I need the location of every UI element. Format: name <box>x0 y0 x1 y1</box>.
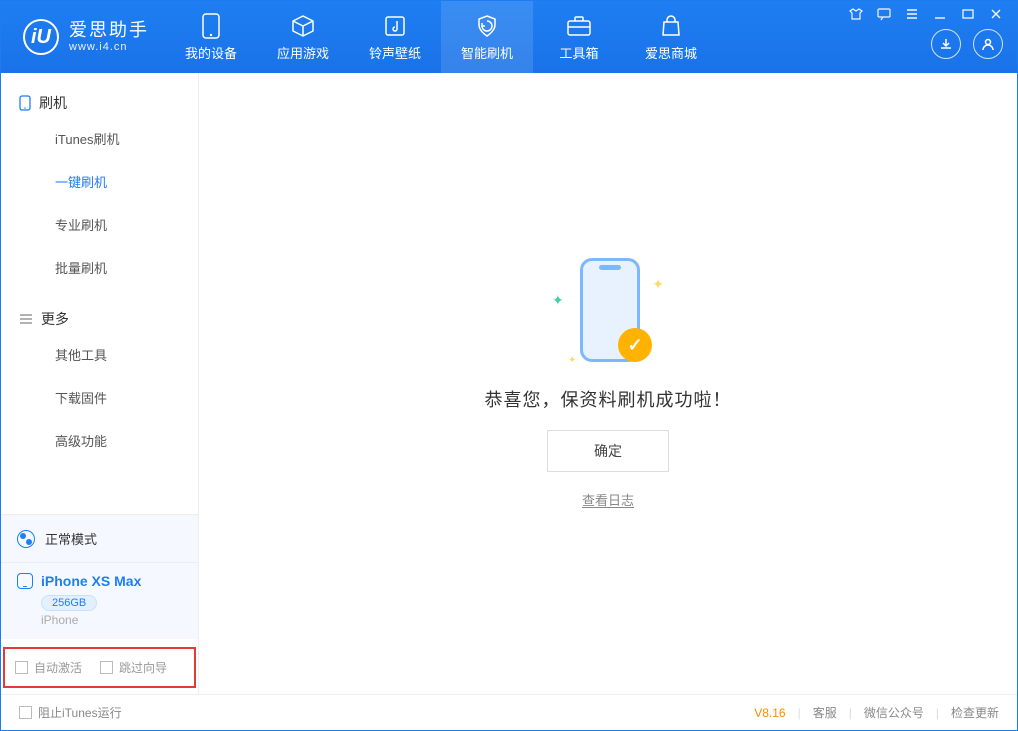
update-link[interactable]: 检查更新 <box>951 704 999 721</box>
statusbar: 阻止iTunes运行 V8.16 | 客服 | 微信公众号 | 检查更新 <box>1 694 1017 730</box>
sidebar-item-other[interactable]: 其他工具 <box>1 333 198 376</box>
tab-store[interactable]: 爱思商城 <box>625 1 717 73</box>
tab-apps[interactable]: 应用游戏 <box>257 1 349 73</box>
checkbox-icon <box>15 661 28 674</box>
sparkle-icon: ✦ <box>568 355 576 366</box>
sidebar-item-advanced[interactable]: 高级功能 <box>1 419 198 462</box>
sidebar-item-firmware[interactable]: 下载固件 <box>1 376 198 419</box>
bag-icon <box>658 13 684 39</box>
titlebar-right <box>849 1 1017 73</box>
titlebar: iU 爱思助手 www.i4.cn 我的设备 应用游戏 铃声壁纸 智能刷机 <box>1 1 1017 73</box>
app-window: iU 爱思助手 www.i4.cn 我的设备 应用游戏 铃声壁纸 智能刷机 <box>0 0 1018 731</box>
cube-icon <box>290 13 316 39</box>
success-illustration: ✦ ✦ ✦ ✓ <box>558 258 658 368</box>
account-button[interactable] <box>973 29 1003 59</box>
list-icon <box>19 313 33 325</box>
tab-label: 应用游戏 <box>277 43 329 62</box>
checkbox-label: 自动激活 <box>34 659 82 676</box>
ok-button[interactable]: 确定 <box>547 430 669 472</box>
header-round-buttons <box>931 29 1003 59</box>
window-controls <box>849 7 1003 21</box>
maximize-button[interactable] <box>961 7 975 21</box>
main-content: ✦ ✦ ✦ ✓ 恭喜您，保资料刷机成功啦！ 确定 查看日志 <box>199 73 1017 694</box>
sparkle-icon: ✦ <box>652 276 664 293</box>
logo: iU 爱思助手 www.i4.cn <box>1 1 165 73</box>
phone-small-icon <box>19 95 31 111</box>
success-message: 恭喜您，保资料刷机成功啦！ <box>485 386 732 412</box>
tab-flash[interactable]: 智能刷机 <box>441 1 533 73</box>
main-tabs: 我的设备 应用游戏 铃声壁纸 智能刷机 工具箱 爱思商城 <box>165 1 717 73</box>
checkbox-icon <box>100 661 113 674</box>
tab-label: 爱思商城 <box>645 43 697 62</box>
device-box[interactable]: iPhone XS Max 256GB iPhone <box>1 562 198 639</box>
mode-box[interactable]: 正常模式 <box>1 515 198 562</box>
download-button[interactable] <box>931 29 961 59</box>
note-icon <box>382 13 408 39</box>
device-icon <box>17 573 33 589</box>
feedback-icon[interactable] <box>877 7 891 21</box>
mode-label: 正常模式 <box>45 529 97 548</box>
toolbox-icon <box>566 13 592 39</box>
mode-icon <box>17 530 35 548</box>
sidebar-item-oneclick[interactable]: 一键刷机 <box>1 160 198 203</box>
tab-label: 铃声壁纸 <box>369 43 421 62</box>
checkmark-icon: ✓ <box>618 328 652 362</box>
sidebar: 刷机 iTunes刷机 一键刷机 专业刷机 批量刷机 更多 其他工具 下载固件 … <box>1 73 199 694</box>
checkbox-label: 跳过向导 <box>119 659 167 676</box>
tab-device[interactable]: 我的设备 <box>165 1 257 73</box>
minimize-button[interactable] <box>933 7 947 21</box>
close-button[interactable] <box>989 7 1003 21</box>
device-row: iPhone XS Max <box>17 573 182 589</box>
shield-icon <box>474 13 500 39</box>
tab-label: 智能刷机 <box>461 43 513 62</box>
tab-label: 工具箱 <box>559 43 598 62</box>
checkbox-icon <box>19 706 32 719</box>
tab-toolbox[interactable]: 工具箱 <box>533 1 625 73</box>
logo-icon: iU <box>23 19 59 55</box>
view-log-link[interactable]: 查看日志 <box>582 490 634 509</box>
menu-icon[interactable] <box>905 7 919 21</box>
sidebar-item-pro[interactable]: 专业刷机 <box>1 203 198 246</box>
tab-label: 我的设备 <box>185 43 237 62</box>
wechat-link[interactable]: 微信公众号 <box>864 704 924 721</box>
storage-badge: 256GB <box>41 595 97 611</box>
footer-right: V8.16 | 客服 | 微信公众号 | 检查更新 <box>754 704 999 721</box>
sidebar-bottom: 正常模式 iPhone XS Max 256GB iPhone 自动激活 <box>1 514 198 694</box>
skin-icon[interactable] <box>849 7 863 21</box>
device-name: iPhone XS Max <box>41 573 141 589</box>
support-link[interactable]: 客服 <box>813 704 837 721</box>
sidebar-group-more: 更多 <box>1 299 198 333</box>
phone-icon <box>198 13 224 39</box>
checkbox-auto-activate[interactable]: 自动激活 <box>15 659 82 676</box>
version-label: V8.16 <box>754 706 785 720</box>
group-label: 更多 <box>41 309 69 329</box>
sparkle-icon: ✦ <box>552 292 564 309</box>
group-label: 刷机 <box>39 93 67 113</box>
sidebar-item-batch[interactable]: 批量刷机 <box>1 246 198 289</box>
sidebar-nav: 刷机 iTunes刷机 一键刷机 专业刷机 批量刷机 更多 其他工具 下载固件 … <box>1 73 198 514</box>
checkbox-label: 阻止iTunes运行 <box>38 704 122 721</box>
app-name: 爱思助手 <box>69 21 149 41</box>
tab-ringtone[interactable]: 铃声壁纸 <box>349 1 441 73</box>
app-url: www.i4.cn <box>69 41 149 53</box>
checkbox-skip-guide[interactable]: 跳过向导 <box>100 659 167 676</box>
sidebar-group-flash: 刷机 <box>1 83 198 117</box>
device-type: iPhone <box>41 613 182 627</box>
options-row: 自动激活 跳过向导 <box>3 647 196 688</box>
checkbox-block-itunes[interactable]: 阻止iTunes运行 <box>19 704 122 721</box>
body: 刷机 iTunes刷机 一键刷机 专业刷机 批量刷机 更多 其他工具 下载固件 … <box>1 73 1017 694</box>
sidebar-item-itunes[interactable]: iTunes刷机 <box>1 117 198 160</box>
logo-text: 爱思助手 www.i4.cn <box>69 21 149 53</box>
